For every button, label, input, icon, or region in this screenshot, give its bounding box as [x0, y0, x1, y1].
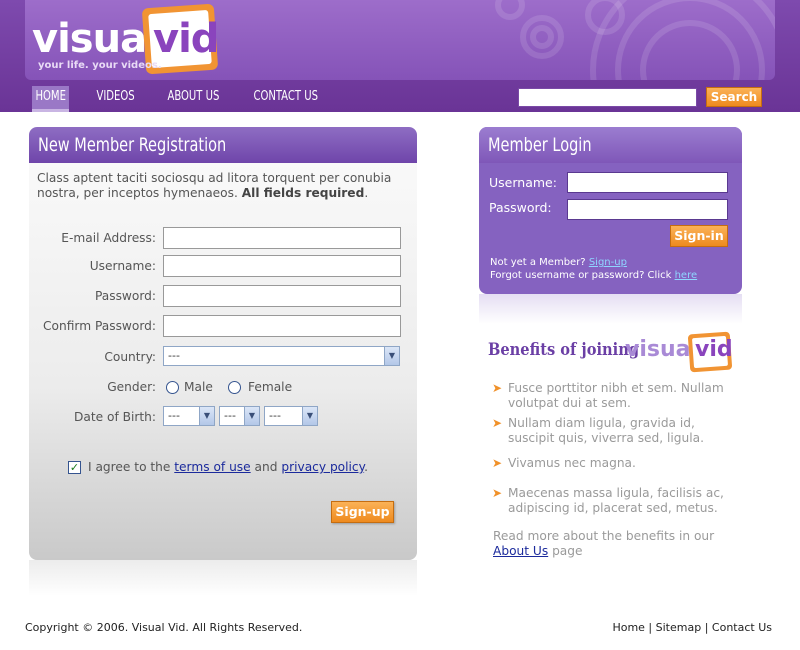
dob-year-select[interactable]: --- ▼ [264, 406, 318, 426]
login-username-field[interactable] [567, 172, 728, 193]
login-username-label: Username: [489, 175, 557, 190]
agree-checkbox[interactable]: ✓ [68, 461, 81, 474]
signin-button[interactable]: Sign-in [670, 225, 728, 247]
login-password-field[interactable] [567, 199, 728, 220]
country-value: --- [168, 349, 180, 362]
forgot-label: Forgot username or password? Click [490, 270, 672, 281]
intro-end: . [364, 186, 369, 200]
login-panel: Member Login Username: Password: Sign-in… [479, 127, 742, 294]
login-title-text: Member Login [488, 134, 592, 156]
decor-ring [495, 0, 525, 20]
footer-home-link[interactable]: Home [612, 621, 644, 634]
arrow-bullet-icon: ➤ [492, 486, 503, 500]
footer-links: Home | Sitemap | Contact Us [612, 621, 772, 634]
dob-row: Date of Birth: --- ▼ --- ▼ --- ▼ [29, 406, 417, 428]
read-more-text: Read more about the benefits in our Abou… [493, 529, 743, 559]
logo-text-visual: visual [32, 16, 160, 62]
benefits-title: Benefits of joining [488, 340, 640, 360]
forgot-here-link[interactable]: here [675, 270, 698, 281]
login-signup-link[interactable]: Sign-up [589, 257, 627, 268]
agree-end: . [364, 460, 368, 474]
dob-day-select[interactable]: --- ▼ [219, 406, 260, 426]
gender-male-radio[interactable] [166, 381, 179, 394]
signup-button[interactable]: Sign-up [331, 501, 394, 523]
login-password-label: Password: [489, 200, 552, 215]
nav-home[interactable]: HOME [32, 86, 70, 112]
password-row: Password: [29, 285, 417, 307]
gender-label: Gender: [107, 380, 156, 394]
login-reflection [479, 294, 742, 324]
username-row: Username: [29, 255, 417, 277]
nav-videos[interactable]: VIDEOS [93, 86, 138, 112]
footer-separator: | [704, 621, 709, 634]
search-button[interactable]: Search [706, 87, 762, 107]
registration-panel: New Member Registration Class aptent tac… [29, 127, 417, 560]
registration-title-text: New Member Registration [38, 134, 227, 156]
nav-about-us[interactable]: ABOUT US [164, 86, 223, 112]
dob-month-value: --- [168, 409, 180, 422]
benefit-item: Nullam diam ligula, gravida id, suscipit… [508, 416, 704, 445]
chevron-down-icon: ▼ [302, 407, 317, 425]
forgot-text: Forgot username or password? Click here [490, 270, 697, 281]
benefit-item: Maecenas massa ligula, facilisis ac, adi… [508, 486, 724, 515]
confirm-password-row: Confirm Password: [29, 315, 417, 337]
chevron-down-icon: ▼ [199, 407, 214, 425]
footer-separator: | [648, 621, 653, 634]
login-title: Member Login [479, 127, 742, 163]
nav-contact-us[interactable]: CONTACT US [250, 86, 321, 112]
arrow-bullet-icon: ➤ [492, 416, 503, 430]
copyright: Copyright © 2006. Visual Vid. All Rights… [25, 621, 303, 634]
agree-and: and [254, 460, 278, 474]
dob-label: Date of Birth: [74, 410, 156, 424]
email-label: E-mail Address: [61, 231, 156, 245]
benefits-logo-visual: visual [625, 337, 699, 362]
main-nav: HOME VIDEOS ABOUT US CONTACT US [32, 86, 351, 112]
chevron-down-icon: ▼ [384, 347, 399, 365]
search-input[interactable] [518, 88, 697, 107]
country-select[interactable]: --- ▼ [163, 346, 400, 366]
benefit-item: Fusce porttitor nibh et sem. Nullam volu… [508, 381, 724, 410]
gender-row: Gender: Male Female [29, 376, 417, 398]
benefit-item: Vivamus nec magna. [508, 456, 636, 470]
gender-female-radio[interactable] [228, 381, 241, 394]
terms-of-use-link[interactable]: terms of use [174, 460, 250, 474]
country-row: Country: --- ▼ [29, 346, 417, 368]
gender-female-label: Female [248, 380, 293, 394]
privacy-policy-link[interactable]: privacy policy [281, 460, 364, 474]
intro-required-note: All fields required [241, 186, 365, 200]
logo-tagline: your life. your videos. [38, 60, 162, 71]
site-header: visual vid your life. your videos. HOME … [0, 0, 800, 112]
confirm-password-field[interactable] [163, 315, 401, 337]
not-member-label: Not yet a Member? [490, 257, 586, 268]
confirm-password-label: Confirm Password: [43, 319, 156, 333]
read-more-prefix: Read more about the benefits in our [493, 529, 715, 543]
password-label: Password: [94, 289, 156, 303]
not-member-text: Not yet a Member? Sign-up [490, 257, 627, 268]
email-field[interactable] [163, 227, 401, 249]
username-label: Username: [89, 259, 156, 273]
agree-text: I agree to the terms of use and privacy … [88, 460, 368, 474]
email-row: E-mail Address: [29, 227, 417, 249]
dob-year-value: --- [269, 409, 281, 422]
logo-text-vid: vid [153, 16, 219, 62]
gender-male-label: Male [184, 380, 213, 394]
decor-ring [530, 25, 554, 49]
username-field[interactable] [163, 255, 401, 277]
benefits-logo-vid: vid [695, 337, 733, 362]
dob-day-value: --- [224, 409, 236, 422]
agree-prefix: I agree to the [88, 460, 171, 474]
read-more-suffix: page [552, 544, 583, 558]
dob-month-select[interactable]: --- ▼ [163, 406, 215, 426]
footer-contact-link[interactable]: Contact Us [712, 621, 772, 634]
arrow-bullet-icon: ➤ [492, 456, 503, 470]
footer-sitemap-link[interactable]: Sitemap [656, 621, 702, 634]
about-us-link[interactable]: About Us [493, 544, 548, 558]
arrow-bullet-icon: ➤ [492, 381, 503, 395]
country-label: Country: [104, 350, 156, 364]
registration-reflection [29, 560, 417, 596]
password-field[interactable] [163, 285, 401, 307]
registration-title: New Member Registration [29, 127, 417, 163]
registration-intro: Class aptent taciti sociosqu ad litora t… [37, 171, 412, 201]
chevron-down-icon: ▼ [244, 407, 259, 425]
